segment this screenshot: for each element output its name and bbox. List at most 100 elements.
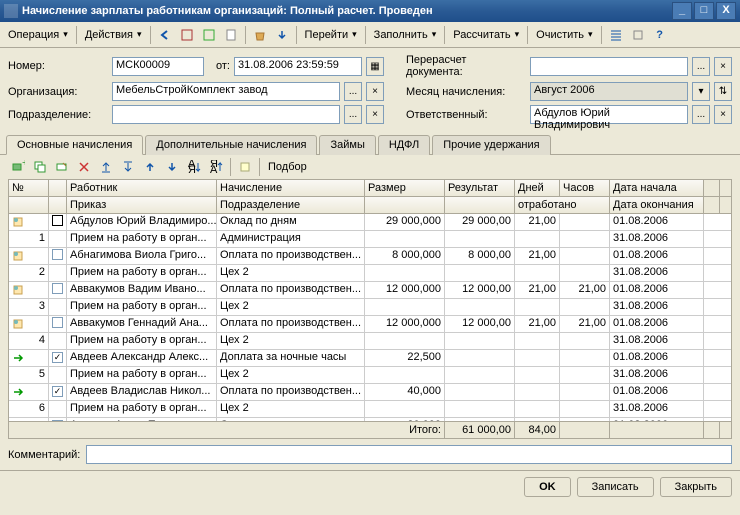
cell-result[interactable]	[445, 384, 515, 400]
dept-clear-button[interactable]: ×	[366, 105, 384, 124]
close-window-button[interactable]: Закрыть	[660, 477, 732, 497]
table-row[interactable]: Аввакумов Вадим Ивано...Оплата по произв…	[9, 282, 731, 299]
cell-date-start[interactable]: 01.08.2006	[610, 384, 704, 400]
report-icon[interactable]	[221, 25, 241, 45]
col-header-calculation[interactable]: Начисление	[217, 180, 365, 196]
sort-az-icon[interactable]: AЯ	[184, 157, 204, 177]
table-row[interactable]: ✓Авдеев Александр Алекс...Доплата за ноч…	[9, 350, 731, 367]
back-icon[interactable]	[155, 25, 175, 45]
actions-menu[interactable]: Действия	[81, 27, 146, 43]
cell-calculation[interactable]: Оплата по производствен...	[217, 282, 365, 298]
cell-worker[interactable]: Абдулов Юрий Владимиро...	[67, 214, 217, 230]
goto-menu[interactable]: Перейти	[301, 27, 361, 43]
cell-days[interactable]: 21,00	[515, 282, 560, 298]
row-checkbox[interactable]: ✓	[52, 352, 63, 363]
cell-size[interactable]: 8 000,000	[365, 248, 445, 264]
cell-size[interactable]: 22,500	[365, 350, 445, 366]
cell-order[interactable]: Прием на работу в орган...	[67, 401, 217, 417]
cell-dept[interactable]: Цех 2	[217, 367, 365, 383]
org-select-button[interactable]: ...	[344, 82, 362, 101]
cell-worker[interactable]: Аввакумов Геннадий Ана...	[67, 316, 217, 332]
cell-date-start[interactable]: 01.08.2006	[610, 316, 704, 332]
month-stepper-button[interactable]: ⇅	[714, 82, 732, 101]
tab-main-accruals[interactable]: Основные начисления	[6, 135, 143, 155]
cell-size[interactable]: 12 000,000	[365, 316, 445, 332]
add-row-icon[interactable]: +	[8, 157, 28, 177]
row-checkbox[interactable]	[52, 249, 63, 260]
col-header-days[interactable]: Дней	[515, 180, 560, 196]
comment-field[interactable]	[86, 445, 732, 464]
cell-date-start[interactable]: 01.08.2006	[610, 248, 704, 264]
basket-icon[interactable]	[250, 25, 270, 45]
col-header-chk[interactable]	[49, 180, 67, 196]
resp-select-button[interactable]: ...	[692, 105, 710, 124]
delete-row-icon[interactable]	[74, 157, 94, 177]
cell-dept[interactable]: Цех 2	[217, 299, 365, 315]
cell-worker[interactable]: Аввакумов Вадим Ивано...	[67, 282, 217, 298]
tab-loans[interactable]: Займы	[319, 135, 375, 155]
table-row[interactable]: Аввакумов Геннадий Ана...Оплата по произ…	[9, 316, 731, 333]
col-header-hours[interactable]: Часов	[560, 180, 610, 196]
settings-icon[interactable]	[628, 25, 648, 45]
cell-result[interactable]: 12 000,00	[445, 316, 515, 332]
col-header-result[interactable]: Результат	[445, 180, 515, 196]
col-header-date-start[interactable]: Дата начала	[610, 180, 704, 196]
cell-order[interactable]: Прием на работу в орган...	[67, 231, 217, 247]
tab-other-deductions[interactable]: Прочие удержания	[432, 135, 550, 155]
row-checkbox[interactable]: ✓	[52, 386, 63, 397]
ok-button[interactable]: OK	[524, 477, 571, 497]
cell-order[interactable]: Прием на работу в орган...	[67, 367, 217, 383]
cell-date-start[interactable]: 01.08.2006	[610, 350, 704, 366]
post-icon[interactable]	[199, 25, 219, 45]
cell-date-end[interactable]: 31.08.2006	[610, 367, 704, 383]
calculate-menu[interactable]: Рассчитать	[449, 27, 523, 43]
cell-hours[interactable]	[560, 350, 610, 366]
close-button[interactable]: X	[716, 2, 736, 20]
dept-field[interactable]	[112, 105, 340, 124]
col-header-n[interactable]: №	[9, 180, 49, 196]
down-arrow-icon[interactable]	[272, 25, 292, 45]
cell-hours[interactable]	[560, 248, 610, 264]
cell-date-start[interactable]: 01.08.2006	[610, 214, 704, 230]
row-checkbox[interactable]	[52, 283, 63, 294]
cell-result[interactable]: 8 000,00	[445, 248, 515, 264]
copy-row-icon[interactable]	[30, 157, 50, 177]
cell-result[interactable]	[445, 350, 515, 366]
cell-days[interactable]	[515, 384, 560, 400]
number-field[interactable]: МСК00009	[112, 57, 204, 76]
tab-ndfl[interactable]: НДФЛ	[378, 135, 430, 155]
cell-size[interactable]: 12 000,000	[365, 282, 445, 298]
cell-calculation[interactable]: Оплата по производствен...	[217, 316, 365, 332]
maximize-button[interactable]: □	[694, 2, 714, 20]
tab-additional-accruals[interactable]: Дополнительные начисления	[145, 135, 317, 155]
cell-date-end[interactable]: 31.08.2006	[610, 299, 704, 315]
row-checkbox[interactable]	[52, 317, 63, 328]
col-header-dept[interactable]: Подразделение	[217, 197, 365, 213]
cell-dept[interactable]: Администрация	[217, 231, 365, 247]
cell-worker[interactable]: Авдеев Владислав Никол...	[67, 384, 217, 400]
cell-days[interactable]: 21,00	[515, 214, 560, 230]
recalc-select-button[interactable]: ...	[692, 57, 710, 76]
cell-size[interactable]: 40,000	[365, 384, 445, 400]
move-up-icon[interactable]	[140, 157, 160, 177]
cell-days[interactable]	[515, 350, 560, 366]
cell-hours[interactable]	[560, 384, 610, 400]
table-row[interactable]: ✓Авдеев Владислав Никол...Оплата по прои…	[9, 384, 731, 401]
cell-hours[interactable]: 21,00	[560, 282, 610, 298]
org-field[interactable]: МебельСтройКомплект завод	[112, 82, 340, 101]
dept-select-button[interactable]: ...	[344, 105, 362, 124]
cell-result[interactable]: 29 000,00	[445, 214, 515, 230]
move-start-icon[interactable]	[96, 157, 116, 177]
col-header-order[interactable]: Приказ	[67, 197, 217, 213]
minimize-button[interactable]: _	[672, 2, 692, 20]
table-subrow[interactable]: 6Прием на работу в орган...Цех 231.08.20…	[9, 401, 731, 418]
cell-worker[interactable]: Абнагимова Виола Григо...	[67, 248, 217, 264]
refresh-icon[interactable]	[177, 25, 197, 45]
cell-dept[interactable]: Цех 2	[217, 401, 365, 417]
cell-dept[interactable]: Цех 2	[217, 333, 365, 349]
org-clear-button[interactable]: ×	[366, 82, 384, 101]
cell-hours[interactable]: 21,00	[560, 316, 610, 332]
cell-calculation[interactable]: Оплата по производствен...	[217, 248, 365, 264]
cell-date-end[interactable]: 31.08.2006	[610, 401, 704, 417]
selection-button[interactable]: Подбор	[264, 159, 311, 175]
